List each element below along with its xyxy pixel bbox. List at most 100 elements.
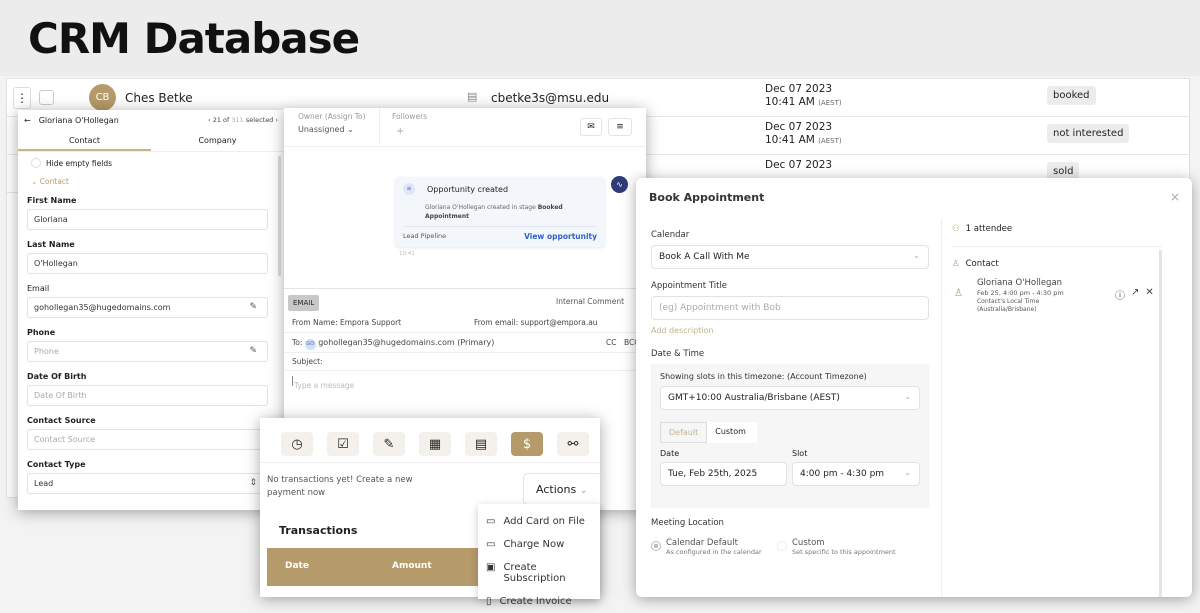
payment-icon[interactable]: $ bbox=[511, 432, 543, 456]
attendee-count: 1 attendee bbox=[965, 224, 1013, 234]
hide-empty-checkbox[interactable] bbox=[31, 158, 41, 168]
menu-add-card[interactable]: ▭ Add Card on File bbox=[478, 510, 600, 533]
add-description-link[interactable]: Add description bbox=[651, 326, 929, 335]
location-option-title: Calendar Default bbox=[666, 538, 738, 548]
pencil-icon[interactable]: ✎ bbox=[249, 302, 257, 312]
menu-create-invoice[interactable]: ▯ Create Invoice bbox=[478, 590, 600, 613]
attendee-name: Gloriana O'Hollegan bbox=[976, 278, 1063, 288]
from-email-value[interactable]: support@empora.au bbox=[521, 318, 598, 327]
meeting-location-label: Meeting Location bbox=[651, 518, 724, 528]
add-follower-button[interactable]: + bbox=[396, 126, 404, 137]
slot-value: 4:00 pm - 4:30 pm bbox=[800, 469, 885, 479]
subscription-icon: ▣ bbox=[486, 562, 496, 573]
opportunity-card: ≡ Opportunity created Gloriana O'Hollegan… bbox=[395, 177, 605, 247]
to-field[interactable]: To: GO gohollegan35@hugedomains.com (Pri… bbox=[284, 333, 646, 353]
info-icon[interactable]: ⓘ bbox=[1115, 287, 1125, 302]
book-appointment-modal: Book Appointment × Calendar Book A Call … bbox=[636, 178, 1192, 597]
payments-panel: ◷ ☑ ✎ ▦ ▤ $ ⚯ No transactions yet! Creat… bbox=[260, 418, 603, 607]
back-arrow-icon[interactable]: ← bbox=[24, 116, 31, 125]
kebab-menu-icon[interactable]: ⋮ bbox=[13, 87, 31, 109]
cc-button[interactable]: CC bbox=[606, 338, 616, 347]
attendee-time: Feb 25, 4:00 pm - 4:30 pm bbox=[976, 289, 1064, 297]
to-label: To: bbox=[292, 338, 303, 347]
email-field[interactable]: gohollegan35@hugedomains.com ✎ bbox=[27, 297, 268, 318]
scrollbar[interactable] bbox=[1159, 250, 1162, 597]
close-icon[interactable]: × bbox=[1170, 190, 1180, 204]
row-date: Dec 07 2023 bbox=[765, 121, 833, 133]
task-icon[interactable]: ☑ bbox=[327, 432, 359, 456]
pager-suffix: selected bbox=[245, 116, 274, 124]
owner-value: Unassigned bbox=[298, 125, 345, 134]
owner-select[interactable]: Unassigned ⌄ bbox=[298, 125, 354, 134]
tab-contact[interactable]: Contact bbox=[18, 130, 151, 151]
email-label: Email bbox=[27, 284, 50, 293]
calendar-select[interactable]: Book A Call With Me ⌄ bbox=[651, 245, 929, 269]
last-name-label: Last Name bbox=[27, 240, 75, 249]
clock-icon[interactable]: ◷ bbox=[281, 432, 313, 456]
calendar-icon[interactable]: ▦ bbox=[419, 432, 451, 456]
transactions-heading: Transactions bbox=[279, 524, 358, 537]
contact-person-icon: ♙ bbox=[954, 288, 963, 299]
radio-selected[interactable] bbox=[651, 541, 661, 551]
tab-company[interactable]: Company bbox=[151, 130, 284, 151]
location-calendar-default[interactable]: Calendar Default As configured in the cal… bbox=[651, 538, 777, 556]
actions-dropdown[interactable]: Actions ⌄ bbox=[523, 473, 603, 505]
email-value: gohollegan35@hugedomains.com bbox=[34, 303, 171, 312]
date-time-section: Showing slots in this timezone: (Account… bbox=[651, 364, 929, 508]
card-icon: ▭ bbox=[486, 516, 496, 527]
tab-internal-comment[interactable]: Internal Comment bbox=[556, 297, 624, 306]
filter-icon[interactable]: ≡ bbox=[608, 118, 632, 136]
message-input[interactable]: Type a message bbox=[292, 376, 646, 390]
mail-icon[interactable]: ✉ bbox=[580, 118, 602, 136]
row-checkbox[interactable] bbox=[39, 90, 54, 105]
timezone-select[interactable]: GMT+10:00 Australia/Brisbane (AEST) ⌄ bbox=[660, 386, 920, 410]
radio-unselected[interactable] bbox=[777, 541, 787, 551]
contact-panel-name: Gloriana O'Hollegan bbox=[38, 115, 119, 125]
card-body: Gloriana O'Hollegan created in stage bbox=[425, 204, 536, 211]
pen-icon[interactable]: ✎ bbox=[373, 432, 405, 456]
contact-type-label: Contact Type bbox=[27, 460, 86, 469]
attendee-tz: (Australia/Brisbane) bbox=[976, 306, 1037, 313]
invoice-icon: ▯ bbox=[486, 596, 492, 607]
menu-charge-now[interactable]: ▭ Charge Now bbox=[478, 533, 600, 556]
avatar: CB bbox=[89, 84, 116, 111]
phone-field[interactable]: Phone ✎ bbox=[27, 341, 268, 362]
view-opportunity-link[interactable]: View opportunity bbox=[524, 232, 597, 241]
document-icon[interactable]: ▤ bbox=[465, 432, 497, 456]
last-name-field[interactable]: O'Hollegan bbox=[27, 253, 268, 274]
from-name-value[interactable]: Empora Support bbox=[340, 318, 401, 327]
tab-email[interactable]: EMAIL bbox=[288, 295, 320, 311]
pencil-icon[interactable]: ✎ bbox=[249, 346, 257, 356]
date-input[interactable]: Tue, Feb 25th, 2025 bbox=[660, 462, 787, 486]
section-contact[interactable]: ⌄ Contact bbox=[31, 177, 268, 186]
updown-icon: ⇕ bbox=[249, 478, 257, 488]
activity-icon[interactable]: ∿ bbox=[611, 176, 628, 193]
pager-position: 21 of bbox=[212, 116, 230, 124]
menu-create-subscription[interactable]: ▣ Create Subscription bbox=[478, 556, 600, 590]
pager-total: 311 bbox=[231, 116, 244, 124]
remove-icon[interactable]: ✕ bbox=[1145, 287, 1153, 302]
timezone-label: Showing slots in this timezone: (Account… bbox=[660, 372, 867, 381]
date-label: Date bbox=[660, 449, 680, 458]
slot-select[interactable]: 4:00 pm - 4:30 pm ⌄ bbox=[792, 462, 920, 486]
contact-email[interactable]: cbetke3s@msu.edu bbox=[491, 91, 609, 105]
location-custom[interactable]: Custom Set specific to this appointment bbox=[777, 538, 896, 556]
appointment-title-input[interactable]: (eg) Appointment with Bob bbox=[651, 296, 929, 320]
first-name-field[interactable]: Gloriana bbox=[27, 209, 268, 230]
subject-field[interactable]: Subject: bbox=[284, 353, 646, 371]
calendar-value: Book A Call With Me bbox=[659, 252, 750, 262]
external-link-icon[interactable]: ↗ bbox=[1131, 287, 1139, 302]
tab-custom[interactable]: Custom bbox=[707, 422, 754, 443]
contact-name[interactable]: Ches Betke bbox=[125, 91, 193, 105]
pager[interactable]: ‹ 21 of 311 selected › bbox=[208, 116, 278, 124]
dob-field[interactable]: Date Of Birth bbox=[27, 385, 268, 406]
contact-panel: ← Gloriana O'Hollegan ‹ 21 of 311 select… bbox=[18, 110, 284, 510]
workflow-icon[interactable]: ⚯ bbox=[557, 432, 589, 456]
scrollbar[interactable] bbox=[278, 156, 281, 276]
contact-type-select[interactable]: Lead ⇕ bbox=[27, 473, 268, 494]
tab-default[interactable]: Default bbox=[660, 422, 708, 443]
card-pipeline: Lead Pipeline bbox=[403, 232, 447, 240]
contact-source-field[interactable]: Contact Source bbox=[27, 429, 268, 450]
card-title: Opportunity created bbox=[427, 184, 509, 194]
row-tz: (AEST) bbox=[818, 137, 842, 145]
